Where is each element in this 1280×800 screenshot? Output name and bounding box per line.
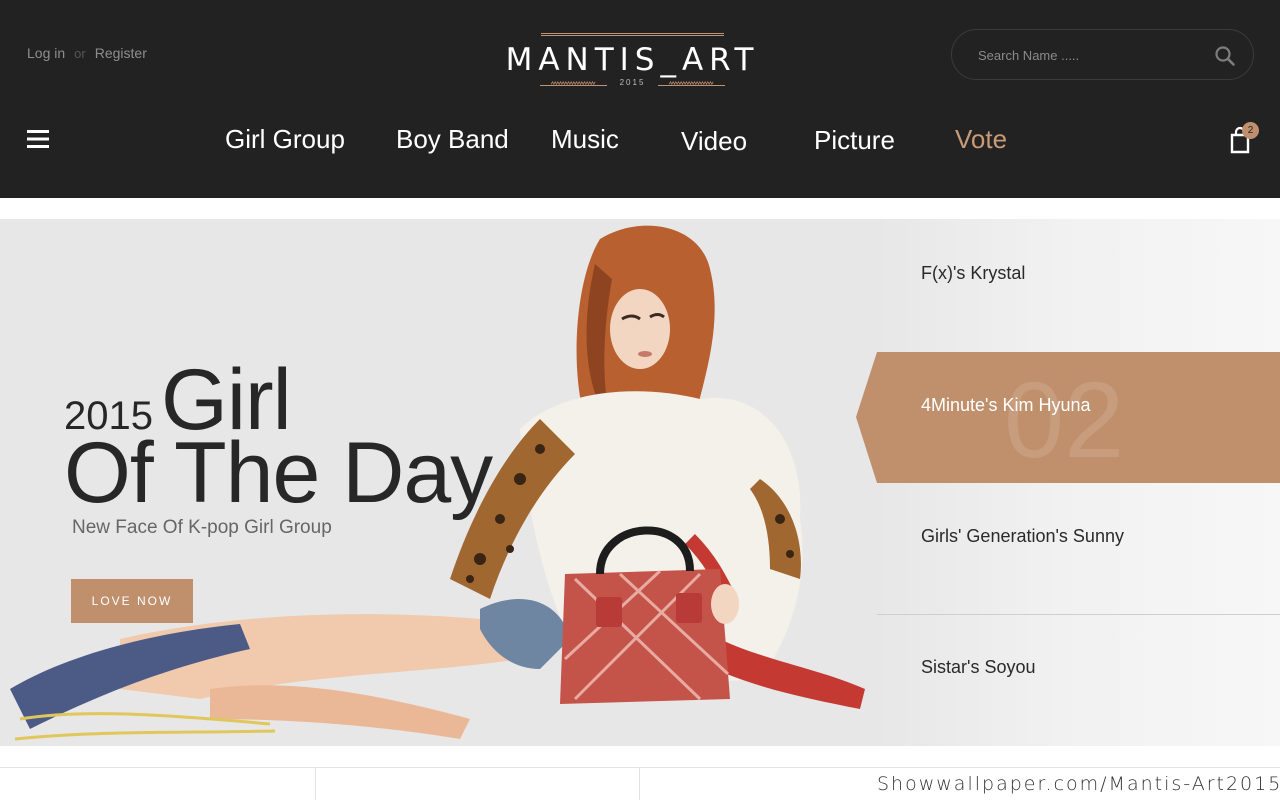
search-box (951, 29, 1254, 80)
auth-separator: or (74, 46, 86, 61)
list-item-krystal[interactable]: F(x)'s Krystal (921, 263, 1025, 284)
bottom-rule (0, 767, 1280, 768)
cart-count-badge: 2 (1242, 122, 1259, 139)
nav-music[interactable]: Music (551, 124, 619, 155)
nav-girl-group[interactable]: Girl Group (225, 124, 345, 155)
login-link[interactable]: Log in (27, 45, 65, 61)
active-item-number: 02 (1004, 359, 1125, 480)
hero-heading-line2: Of The Day (64, 425, 493, 521)
register-link[interactable]: Register (95, 45, 147, 61)
list-item-soyou[interactable]: Sistar's Soyou (921, 657, 1036, 678)
nav-vote[interactable]: Vote (955, 124, 1007, 155)
logo-ornament-right (658, 81, 725, 86)
site-logo[interactable]: MANTIS_ART 2015 (505, 33, 760, 89)
hero-subtitle: New Face Of K-pop Girl Group (72, 517, 332, 538)
bottom-column-divider (315, 768, 316, 800)
site-header: Log in or Register MANTIS_ART 2015 Girl Gr… (0, 0, 1280, 198)
auth-links: Log in or Register (27, 45, 147, 61)
watermark: Showwallpaper.com/Mantis-Art2015 (877, 773, 1280, 795)
search-input[interactable] (978, 45, 1198, 65)
hero-slider: 2015Girl Of The Day New Face Of K-pop Gi… (0, 219, 1280, 746)
list-item-sunny[interactable]: Girls' Generation's Sunny (921, 526, 1124, 547)
list-item-active[interactable]: 02 4Minute's Kim Hyuna (856, 352, 1280, 483)
nav-boy-band[interactable]: Boy Band (396, 124, 509, 155)
logo-wordmark: MANTIS_ART (505, 42, 760, 78)
active-item-label: 4Minute's Kim Hyuna (921, 395, 1091, 415)
nav-video[interactable]: Video (681, 126, 747, 157)
list-divider (877, 614, 1280, 615)
logo-top-rule (541, 33, 724, 36)
cart-button[interactable]: 2 (1226, 122, 1262, 156)
menu-icon[interactable] (27, 128, 49, 150)
nav-picture[interactable]: Picture (814, 125, 895, 156)
bottom-column-divider (639, 768, 640, 800)
love-now-button[interactable]: LOVE NOW (71, 579, 193, 623)
logo-year-row: 2015 (540, 78, 725, 87)
search-icon[interactable] (1214, 45, 1236, 67)
